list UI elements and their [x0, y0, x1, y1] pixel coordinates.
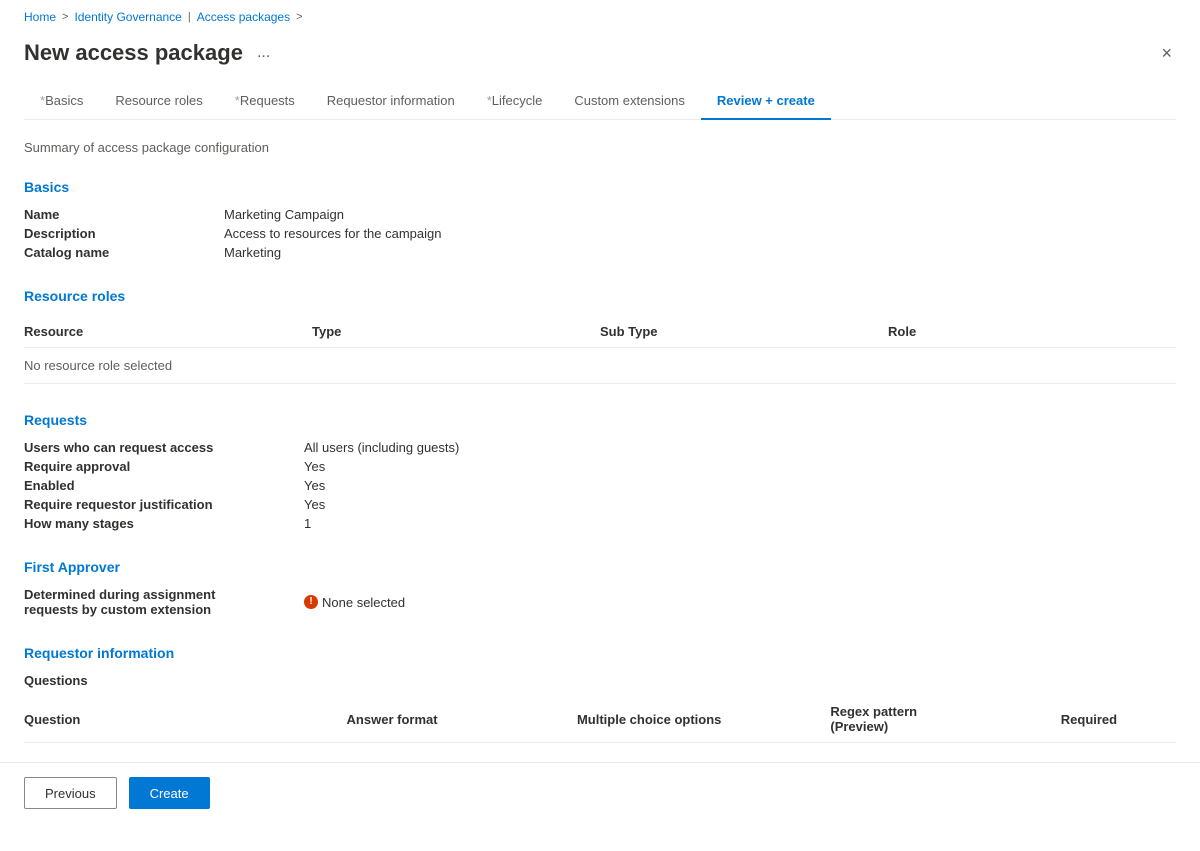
requestor-info-heading: Requestor information [24, 645, 1176, 661]
bottom-bar: Previous Create [0, 762, 1200, 823]
breadcrumb-home[interactable]: Home [24, 10, 56, 24]
tab-requests[interactable]: *Requests [219, 83, 311, 120]
basics-name-value: Marketing Campaign [224, 207, 344, 222]
breadcrumb-access-packages[interactable]: Access packages [197, 10, 290, 24]
tab-basics[interactable]: *Basics [24, 83, 99, 120]
col-header-resource: Resource [24, 316, 312, 348]
warning-icon: ! [304, 595, 318, 609]
page-title: New access package [24, 40, 243, 66]
questions-table-header: Question Answer format Multiple choice o… [24, 696, 1176, 743]
tab-lifecycle[interactable]: *Lifecycle [471, 83, 559, 120]
requests-grid: Users who can request access All users (… [24, 440, 1176, 531]
questions-label: Questions [24, 673, 1176, 688]
table-row-empty: No resource role selected [24, 348, 1176, 384]
req-approval-label: Require approval [24, 459, 304, 474]
more-options-icon[interactable]: ... [251, 42, 276, 64]
summary-subtitle: Summary of access package configuration [24, 140, 1176, 155]
create-button[interactable]: Create [129, 777, 210, 809]
req-users-label: Users who can request access [24, 440, 304, 455]
col-answer-format: Answer format [347, 696, 577, 743]
tab-requestor-information[interactable]: Requestor information [311, 83, 471, 120]
resource-roles-heading: Resource roles [24, 288, 1176, 304]
tab-custom-extensions[interactable]: Custom extensions [558, 83, 701, 120]
requests-section: Requests Users who can request access Al… [24, 412, 1176, 531]
first-approver-value: ! None selected [304, 587, 405, 617]
basics-catalog-label: Catalog name [24, 245, 224, 260]
none-selected-text: None selected [322, 595, 405, 610]
requests-heading: Requests [24, 412, 1176, 428]
req-enabled-label: Enabled [24, 478, 304, 493]
req-approval-value: Yes [304, 459, 1176, 474]
previous-button[interactable]: Previous [24, 777, 117, 809]
resource-roles-section: Resource roles Resource Type Sub Type Ro… [24, 288, 1176, 384]
req-enabled-value: Yes [304, 478, 1176, 493]
col-header-type: Type [312, 316, 600, 348]
col-required: Required [1061, 696, 1176, 743]
breadcrumb-sep-1: > [62, 11, 68, 23]
resource-table-header: Resource Type Sub Type Role [24, 316, 1176, 348]
req-stages-label: How many stages [24, 516, 304, 531]
col-header-subtype: Sub Type [600, 316, 888, 348]
basics-heading: Basics [24, 179, 1176, 195]
breadcrumb-identity-governance[interactable]: Identity Governance [74, 10, 181, 24]
close-icon[interactable]: × [1157, 40, 1176, 66]
basics-section: Basics Name Marketing Campaign Descripti… [24, 179, 1176, 260]
col-header-role: Role [888, 316, 1176, 348]
tabs-container: *Basics Resource roles *Requests Request… [24, 82, 1176, 120]
req-justification-value: Yes [304, 497, 1176, 512]
basics-description-label: Description [24, 226, 224, 241]
basics-description-row: Description Access to resources for the … [24, 226, 1176, 241]
basics-description-value: Access to resources for the campaign [224, 226, 442, 241]
basics-name-row: Name Marketing Campaign [24, 207, 1176, 222]
req-justification-label: Require requestor justification [24, 497, 304, 512]
empty-message: No resource role selected [24, 348, 1176, 384]
first-approver-section: First Approver Determined during assignm… [24, 559, 1176, 617]
breadcrumb-sep-2: > [296, 11, 302, 23]
first-approver-label: Determined during assignmentrequests by … [24, 587, 304, 617]
basics-name-label: Name [24, 207, 224, 222]
req-stages-value: 1 [304, 516, 1176, 531]
page-header: New access package ... × [24, 32, 1176, 82]
basics-catalog-row: Catalog name Marketing [24, 245, 1176, 260]
resource-roles-table: Resource Type Sub Type Role No resource … [24, 316, 1176, 384]
requestor-info-section: Requestor information Questions Question… [24, 645, 1176, 743]
first-approver-heading: First Approver [24, 559, 1176, 575]
breadcrumb: Home > Identity Governance | Access pack… [24, 0, 1176, 32]
title-row: New access package ... [24, 40, 276, 66]
req-users-value: All users (including guests) [304, 440, 1176, 455]
questions-table: Question Answer format Multiple choice o… [24, 696, 1176, 743]
breadcrumb-pipe: | [188, 11, 191, 23]
tab-resource-roles[interactable]: Resource roles [99, 83, 218, 120]
col-question: Question [24, 696, 347, 743]
first-approver-row: Determined during assignmentrequests by … [24, 587, 1176, 617]
col-multiple-choice: Multiple choice options [577, 696, 830, 743]
tab-review-create[interactable]: Review + create [701, 83, 831, 120]
col-regex: Regex pattern(Preview) [830, 696, 1060, 743]
basics-catalog-value: Marketing [224, 245, 281, 260]
